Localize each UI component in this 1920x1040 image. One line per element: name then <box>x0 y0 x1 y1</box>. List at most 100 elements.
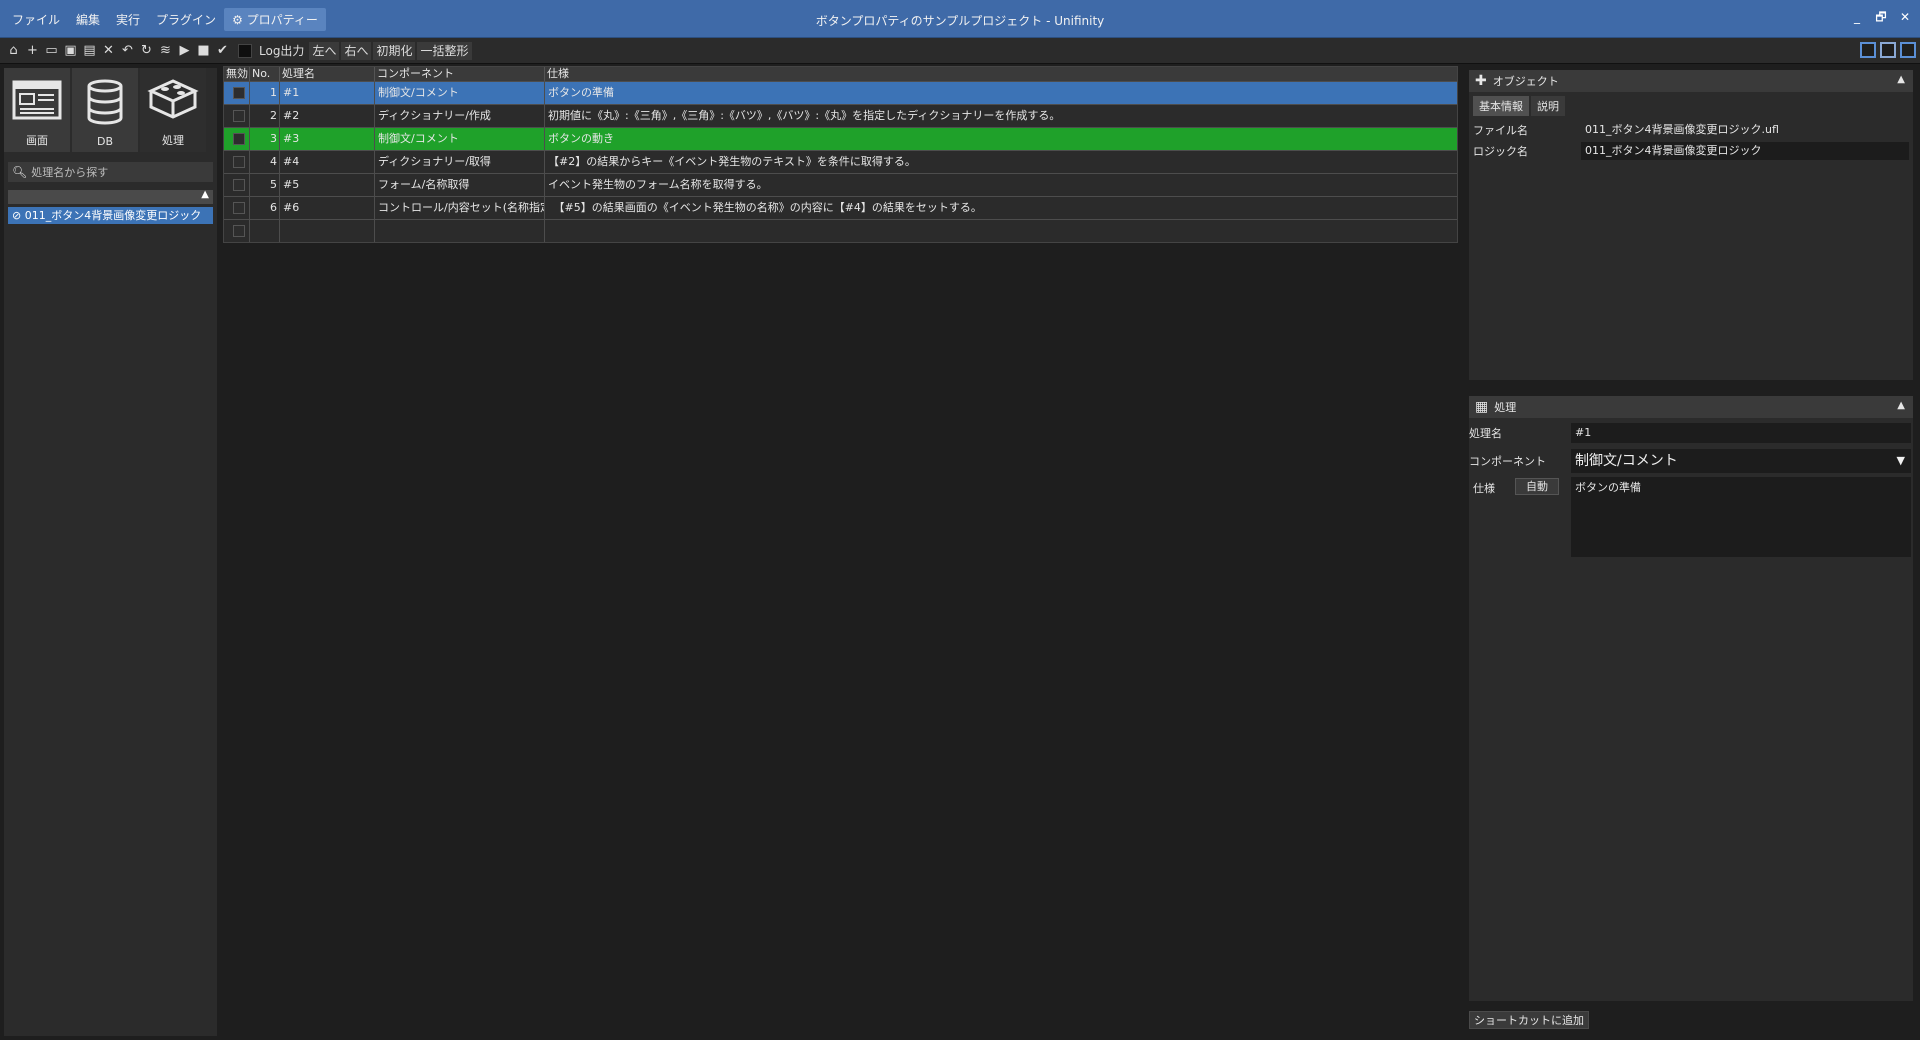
disabled-checkbox[interactable] <box>233 156 245 168</box>
tile-db-label: DB <box>96 135 114 148</box>
undo-icon[interactable]: ↶ <box>118 41 137 61</box>
table-row[interactable]: 4 #4 ディクショナリー/取得 【#2】の結果からキー《イベント発生物のテキスト》を… <box>224 150 1457 173</box>
file-name-label: ファイル名 <box>1473 124 1528 137</box>
spec-cell[interactable]: ボタンの動き <box>545 128 1457 150</box>
home-icon[interactable]: ⌂ <box>4 41 23 61</box>
refresh-icon[interactable]: ↻ <box>137 41 156 61</box>
disabled-checkbox[interactable] <box>233 179 245 191</box>
close-button[interactable]: ✕ <box>1896 8 1914 26</box>
move-right-button[interactable]: 右へ <box>341 41 372 60</box>
logic-icon: ⊘ <box>12 209 22 222</box>
play-icon[interactable]: ▶ <box>175 41 194 61</box>
chevron-up-icon[interactable]: ▲ <box>1897 74 1905 85</box>
table-row[interactable]: 1 #1 制御文/コメント ボタンの準備 <box>224 81 1457 104</box>
chevron-up-icon[interactable]: ▲ <box>1897 400 1905 411</box>
restore-button[interactable]: 🗗 <box>1872 8 1890 26</box>
process-name-cell[interactable]: #6 <box>280 197 375 219</box>
process-name-field[interactable]: #1 <box>1571 423 1911 443</box>
process-name-cell[interactable]: #5 <box>280 174 375 196</box>
menu-bar: ファイル 編集 実行 プラグイン ⚙ プロパティー <box>4 8 326 31</box>
tree-header[interactable]: ▲ <box>8 189 213 204</box>
header-spec[interactable]: 仕様 <box>545 67 1457 81</box>
header-disabled[interactable]: 無効 <box>224 67 250 81</box>
tab-basic-info[interactable]: 基本情報 <box>1473 96 1529 116</box>
layout-right-icon[interactable] <box>1900 42 1916 58</box>
save-icon[interactable]: ▣ <box>61 41 80 61</box>
disabled-cell <box>224 128 250 150</box>
grid-header: 無効 No. 処理名 コンポーネント 仕様 <box>224 67 1457 81</box>
tab-description[interactable]: 説明 <box>1531 96 1565 116</box>
disabled-checkbox[interactable] <box>233 110 245 122</box>
layout-left-icon[interactable] <box>1860 42 1876 58</box>
disabled-checkbox[interactable] <box>233 133 245 145</box>
bulk-format-button[interactable]: 一括整形 <box>417 41 472 60</box>
open-folder-icon[interactable]: ▭ <box>42 41 61 61</box>
layout-switcher <box>1860 42 1916 58</box>
component-cell[interactable]: 制御文/コメント <box>375 128 545 150</box>
table-row[interactable]: 3 #3 制御文/コメント ボタンの動き <box>224 127 1457 150</box>
chevron-up-icon[interactable]: ▲ <box>201 189 209 200</box>
spec-textarea[interactable]: ボタンの準備 <box>1571 477 1911 557</box>
component-cell[interactable]: コントロール/内容セット(名称指定) <box>375 197 545 219</box>
header-component[interactable]: コンポーネント <box>375 67 545 81</box>
close-icon[interactable]: ✕ <box>99 41 118 61</box>
spec-cell[interactable]: ボタンの準備 <box>545 82 1457 104</box>
disabled-cell <box>224 105 250 127</box>
spec-cell[interactable]: 【#2】の結果からキー《イベント発生物のテキスト》を条件に取得する。 <box>545 151 1457 173</box>
header-name[interactable]: 処理名 <box>280 67 375 81</box>
save-all-icon[interactable]: ▤ <box>80 41 99 61</box>
table-row[interactable]: 2 #2 ディクショナリー/作成 初期値に《丸》:《三角》,《三角》:《バツ》,《バツ… <box>224 104 1457 127</box>
table-row[interactable] <box>224 219 1457 242</box>
wifi-icon[interactable]: ≋ <box>156 41 175 61</box>
component-cell[interactable]: 制御文/コメント <box>375 82 545 104</box>
window-controls: _ 🗗 ✕ <box>1848 8 1914 26</box>
auto-button[interactable]: 自動 <box>1515 478 1559 495</box>
add-shortcut-button[interactable]: ショートカットに追加 <box>1469 1011 1589 1029</box>
chevron-down-icon: ▼ <box>1896 454 1905 467</box>
log-checkbox[interactable] <box>238 43 252 58</box>
component-cell[interactable]: ディクショナリー/取得 <box>375 151 545 173</box>
tree-item-logic[interactable]: ⊘ 011_ボタン4背景画像変更ロジック <box>8 207 213 224</box>
logic-name-field[interactable]: 011_ボタン4背景画像変更ロジック <box>1581 142 1909 160</box>
menu-file[interactable]: ファイル <box>4 8 68 31</box>
tile-screen[interactable]: 画面 <box>4 68 70 152</box>
spec-label: 仕様 <box>1473 482 1495 495</box>
menu-edit[interactable]: 編集 <box>68 8 108 31</box>
initialize-button[interactable]: 初期化 <box>373 41 416 60</box>
stop-icon[interactable]: ■ <box>194 41 213 61</box>
check-icon[interactable]: ✔ <box>213 41 232 61</box>
process-panel: ▦ 処理 ▲ 処理名 #1 コンポーネント 制御文/コメント ▼ 仕様 自動 ボ… <box>1469 396 1913 1001</box>
disabled-checkbox[interactable] <box>233 225 245 237</box>
minimize-button[interactable]: _ <box>1848 8 1866 26</box>
add-icon[interactable]: + <box>23 41 42 61</box>
process-name-cell[interactable]: #3 <box>280 128 375 150</box>
menu-property[interactable]: ⚙ プロパティー <box>224 8 326 31</box>
logic-name-label: ロジック名 <box>1473 145 1528 158</box>
component-cell[interactable]: フォーム/名称取得 <box>375 174 545 196</box>
header-no[interactable]: No. <box>250 67 280 81</box>
process-name-cell[interactable]: #2 <box>280 105 375 127</box>
component-select[interactable]: 制御文/コメント ▼ <box>1571 449 1911 473</box>
table-row[interactable]: 5 #5 フォーム/名称取得 イベント発生物のフォーム名称を取得する。 <box>224 173 1457 196</box>
component-cell[interactable] <box>375 220 545 242</box>
row-number: 6 <box>250 197 280 219</box>
process-name-cell[interactable] <box>280 220 375 242</box>
component-cell[interactable]: ディクショナリー/作成 <box>375 105 545 127</box>
tile-process[interactable]: 処理 <box>140 68 206 152</box>
layout-center-icon[interactable] <box>1880 42 1896 58</box>
search-input[interactable] <box>31 165 202 179</box>
move-left-button[interactable]: 左へ <box>309 41 340 60</box>
log-output-label: Log出力 <box>259 43 305 58</box>
process-name-cell[interactable]: #4 <box>280 151 375 173</box>
spec-cell[interactable] <box>545 220 1457 242</box>
table-row[interactable]: 6 #6 コントロール/内容セット(名称指定) 【#5】の結果画面の《イベント発生物… <box>224 196 1457 219</box>
spec-cell[interactable]: 【#5】の結果画面の《イベント発生物の名称》の内容に【#4】の結果をセットする。 <box>545 197 1457 219</box>
spec-cell[interactable]: 初期値に《丸》:《三角》,《三角》:《バツ》,《バツ》:《丸》を指定したディクシ… <box>545 105 1457 127</box>
tile-db[interactable]: DB <box>72 68 138 152</box>
spec-cell[interactable]: イベント発生物のフォーム名称を取得する。 <box>545 174 1457 196</box>
disabled-checkbox[interactable] <box>233 202 245 214</box>
process-name-cell[interactable]: #1 <box>280 82 375 104</box>
disabled-checkbox[interactable] <box>233 87 245 99</box>
menu-run[interactable]: 実行 <box>108 8 148 31</box>
menu-plugin[interactable]: プラグイン <box>148 8 224 31</box>
